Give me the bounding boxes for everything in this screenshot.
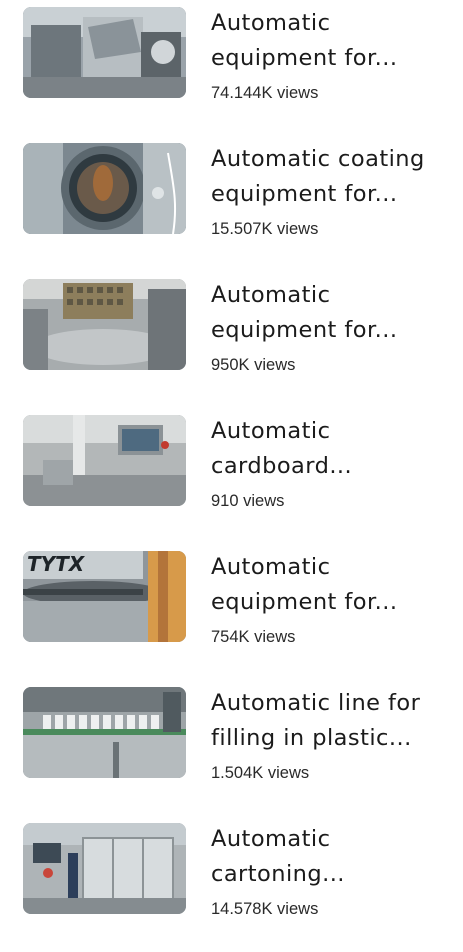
video-title-line-2: cartoning... bbox=[211, 861, 345, 887]
video-title-line-2: equipment for... bbox=[211, 45, 398, 71]
video-title[interactable]: Automatic cardboard... bbox=[211, 414, 456, 484]
video-card-2[interactable]: Automatic coating equipment for... 15.50… bbox=[0, 136, 463, 272]
view-count: 74.144K views bbox=[211, 84, 319, 102]
view-count: 910 views bbox=[211, 492, 285, 510]
video-title-line-1: Automatic bbox=[211, 282, 331, 308]
video-title[interactable]: Automatic cartoning... bbox=[211, 822, 456, 892]
machine-thumbnail-3 bbox=[23, 279, 186, 370]
video-title[interactable]: Automatic equipment for... bbox=[211, 550, 456, 620]
video-title-line-1: Automatic bbox=[211, 826, 331, 852]
video-card-1[interactable]: Automatic equipment for... 74.144K views bbox=[0, 0, 463, 136]
machine-thumbnail-2 bbox=[23, 143, 186, 234]
video-title-line-2: equipment for... bbox=[211, 317, 398, 343]
view-count: 1.504K views bbox=[211, 764, 310, 782]
video-thumbnail[interactable] bbox=[23, 823, 186, 914]
video-title-line-2: equipment for... bbox=[211, 589, 398, 615]
video-card-3[interactable]: Automatic equipment for... 950K views bbox=[0, 272, 463, 408]
video-card-7[interactable]: Automatic cartoning... 14.578K views bbox=[0, 816, 463, 952]
video-title-line-1: Automatic bbox=[211, 554, 331, 580]
thumbnail-logo: TYTX bbox=[27, 552, 86, 576]
video-title-line-1: Automatic coating bbox=[211, 146, 425, 172]
view-count: 14.578K views bbox=[211, 900, 319, 918]
machine-thumbnail-1 bbox=[23, 7, 186, 98]
video-card-6[interactable]: Automatic line for filling in plastic...… bbox=[0, 680, 463, 816]
video-title[interactable]: Automatic coating equipment for... bbox=[211, 142, 456, 212]
video-title-line-2: filling in plastic... bbox=[211, 725, 412, 751]
machine-thumbnail-7 bbox=[23, 823, 186, 914]
video-title-line-1: Automatic bbox=[211, 10, 331, 36]
video-title-line-1: Automatic line for bbox=[211, 690, 421, 716]
machine-thumbnail-6 bbox=[23, 687, 186, 778]
view-count: 754K views bbox=[211, 628, 296, 646]
video-thumbnail[interactable] bbox=[23, 7, 186, 98]
video-thumbnail[interactable] bbox=[23, 279, 186, 370]
view-count: 950K views bbox=[211, 356, 296, 374]
video-title-line-2: cardboard... bbox=[211, 453, 353, 479]
video-title[interactable]: Automatic line for filling in plastic... bbox=[211, 686, 456, 756]
video-thumbnail[interactable] bbox=[23, 687, 186, 778]
video-thumbnail[interactable] bbox=[23, 415, 186, 506]
video-card-4[interactable]: Automatic cardboard... 910 views bbox=[0, 408, 463, 544]
video-thumbnail[interactable] bbox=[23, 143, 186, 234]
view-count: 15.507K views bbox=[211, 220, 319, 238]
video-card-5[interactable]: TYTX Automatic equipment for... 754K vie… bbox=[0, 544, 463, 680]
video-title[interactable]: Automatic equipment for... bbox=[211, 278, 456, 348]
video-thumbnail[interactable]: TYTX bbox=[23, 551, 186, 642]
video-title-line-1: Automatic bbox=[211, 418, 331, 444]
machine-thumbnail-4 bbox=[23, 415, 186, 506]
machine-thumbnail-5: TYTX bbox=[23, 551, 186, 642]
video-title[interactable]: Automatic equipment for... bbox=[211, 6, 456, 76]
video-title-line-2: equipment for... bbox=[211, 181, 398, 207]
